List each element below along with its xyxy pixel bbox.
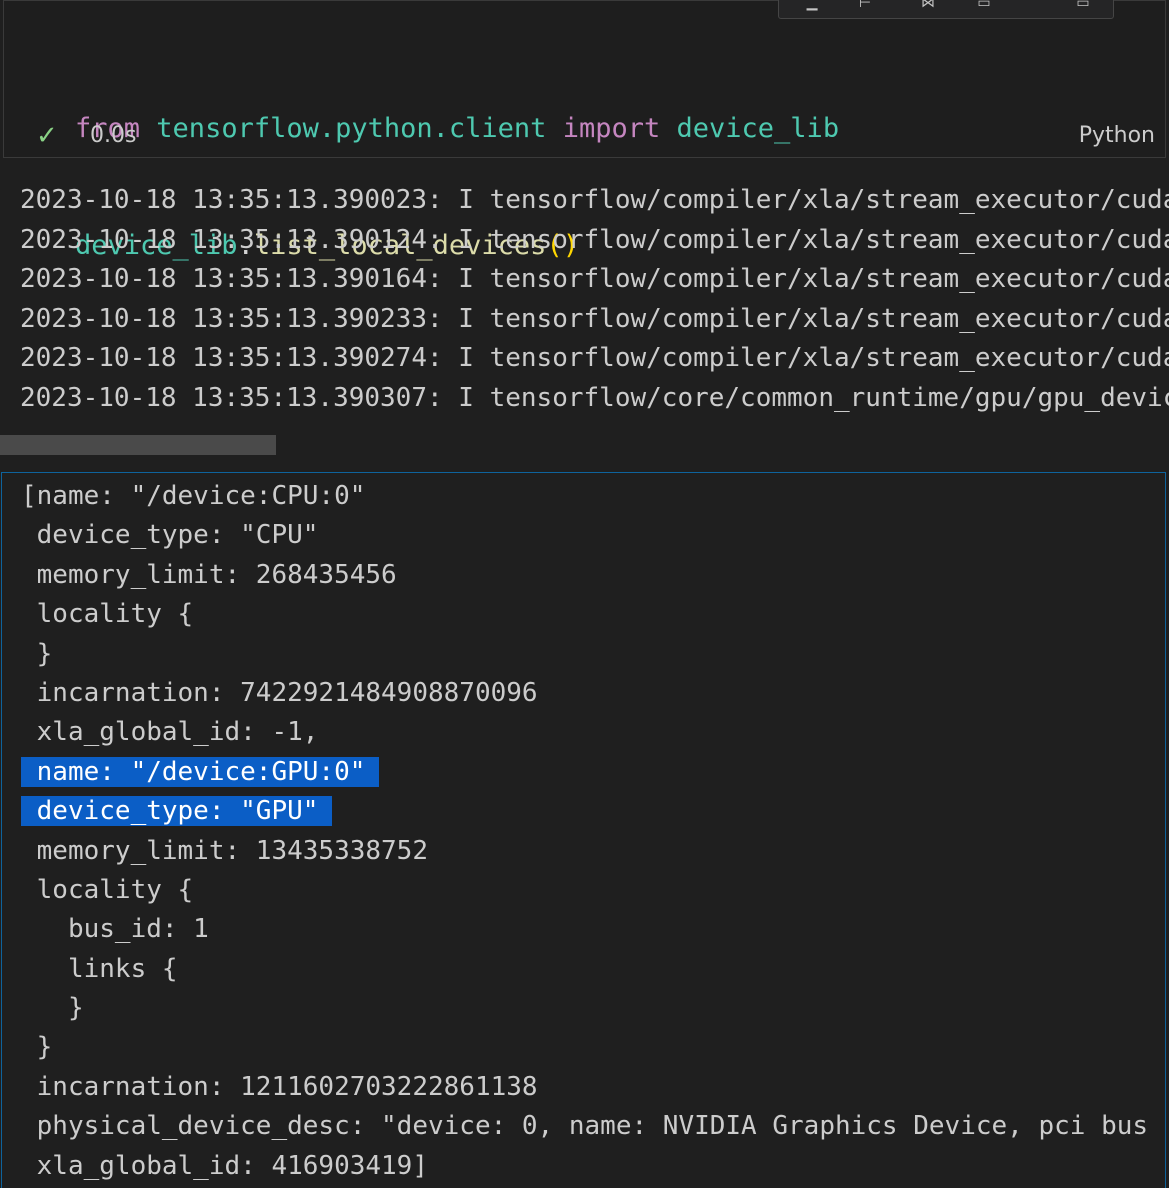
- result-lines: [name: "/device:CPU:0" device_type: "CPU…: [21, 477, 1166, 1186]
- execute-above-icon[interactable]: ⊢: [854, 0, 876, 12]
- result-line: xla_global_id: 416903419]: [21, 1150, 428, 1181]
- selected-text: name: "/device:GPU:0": [21, 756, 380, 787]
- result-line: }: [21, 638, 53, 669]
- result-line-selected: name: "/device:GPU:0": [21, 753, 1165, 792]
- result-line: links {: [21, 953, 178, 984]
- code-cell[interactable]: ▁ ⊢ ⋈ ▭ ▭ from tensorflow.python.client …: [3, 0, 1166, 261]
- result-line: memory_limit: 13435338752: [21, 835, 428, 866]
- success-check-icon: ✓: [36, 121, 58, 151]
- log-line: 2023-10-18 13:35:13.390233: I tensorflow…: [20, 303, 1169, 334]
- execution-duration: 0.0s: [90, 123, 137, 148]
- cell-language-picker[interactable]: Python: [1079, 123, 1155, 148]
- log-line: 2023-10-18 13:35:13.390124: I tensorflow…: [20, 224, 1169, 255]
- log-line: 2023-10-18 13:35:13.390023: I tensorflow…: [20, 185, 1169, 215]
- notebook-editor: ▁ ⊢ ⋈ ▭ ▭ from tensorflow.python.client …: [0, 0, 1169, 1188]
- delete-icon[interactable]: ▭: [1072, 0, 1094, 12]
- split-cell-icon[interactable]: ▭: [973, 0, 995, 12]
- log-line: 2023-10-18 13:35:13.390274: I tensorflow…: [20, 343, 1169, 373]
- result-line: physical_device_desc: "device: 0, name: …: [21, 1111, 1166, 1142]
- result-line: incarnation: 1211602703222861138: [21, 1071, 538, 1102]
- stderr-output: 2023-10-18 13:35:13.390023: I tensorflow…: [20, 181, 1169, 418]
- horizontal-scrollbar[interactable]: [0, 435, 276, 455]
- result-line: memory_limit: 268435456: [21, 559, 397, 590]
- result-line: xla_global_id: -1,: [21, 717, 319, 748]
- result-output[interactable]: [name: "/device:CPU:0" device_type: "CPU…: [1, 472, 1166, 1188]
- log-line: 2023-10-18 13:35:13.390164: I tensorflow…: [20, 264, 1169, 294]
- cell-status-bar: ✓ 0.0s Python: [4, 119, 1165, 155]
- result-line: }: [21, 993, 84, 1024]
- result-line: bus_id: 1: [21, 914, 209, 945]
- result-line-selected: device_type: "GPU": [21, 792, 1165, 831]
- result-line: }: [21, 1032, 53, 1063]
- result-line: device_type: "CPU": [21, 520, 319, 551]
- result-line: locality {: [21, 599, 194, 630]
- run-by-line-icon[interactable]: ▁: [801, 0, 823, 12]
- log-line: 2023-10-18 13:35:13.390307: I tensorflow…: [20, 382, 1169, 413]
- result-line: locality {: [21, 874, 194, 905]
- selected-text: device_type: "GPU": [21, 796, 333, 827]
- execute-below-icon[interactable]: ⋈: [917, 0, 939, 12]
- result-line: incarnation: 7422921484908870096: [21, 677, 538, 708]
- cell-toolbar: ▁ ⊢ ⋈ ▭ ▭: [778, 0, 1114, 19]
- result-line: [name: "/device:CPU:0": [21, 481, 366, 511]
